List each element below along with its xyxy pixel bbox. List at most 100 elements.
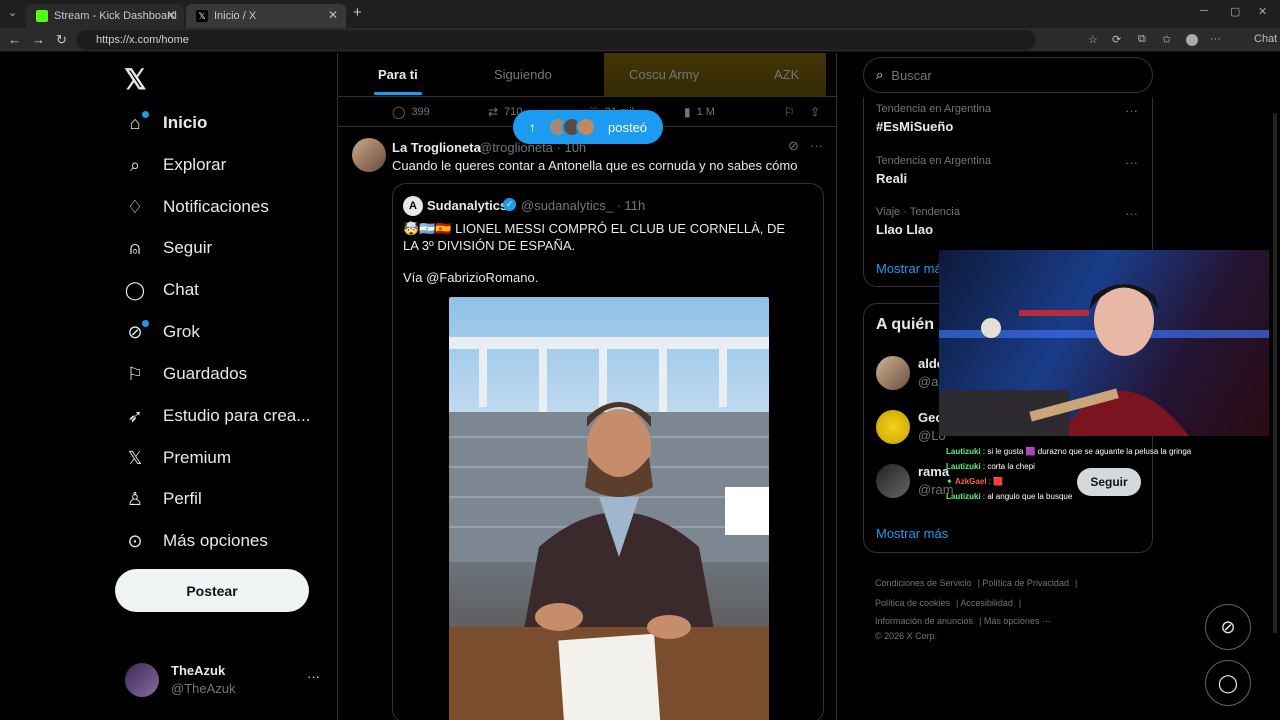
trend-item[interactable]: Tendencia en Argentina Reali ··· [876,155,1142,186]
more-icon[interactable]: ··· [1125,155,1138,170]
footer-more-link[interactable]: Más opciones ··· [984,616,1051,626]
maximize-icon[interactable]: ▢ [1230,5,1240,18]
avatar [876,464,910,498]
bookmark-button[interactable]: ⚐ [784,105,801,119]
suggestion-name: rama [918,464,950,479]
tab-azk[interactable]: AZK [774,67,799,82]
tab-coscu-army[interactable]: Coscu Army [629,67,699,82]
refresh-icon[interactable]: ⟳ [1112,33,1121,46]
tab-title: Inicio / X [214,10,257,22]
avatar[interactable] [352,138,386,172]
show-more-trends-link[interactable]: Mostrar más [876,261,948,276]
more-icon[interactable]: ··· [1125,103,1138,118]
more-icon[interactable]: ··· [307,669,320,684]
more-icon[interactable]: ··· [810,138,823,153]
webcam-overlay [939,250,1269,436]
close-tab-icon[interactable]: ✕ [166,8,176,22]
notification-dot [142,110,149,118]
arrow-up-icon: ↑ [529,119,536,135]
chat-text: si le gusta 🟪 durazno que se aguante la … [987,447,1192,456]
nav-more[interactable]: ⊙ Más opciones [123,526,267,556]
messages-fab-button[interactable]: ◯ [1205,660,1251,706]
quote-photo[interactable] [449,297,769,720]
badge-icon: ✦ [946,477,953,486]
tab-following[interactable]: Siguiendo [494,67,552,82]
back-icon[interactable]: ← [8,32,21,47]
chat-message: Lautizuki : al angulo que la busque [946,492,1073,501]
chat-user: Lautizuki [946,492,981,501]
chat-user: AzkGael [954,477,987,486]
chat-user: Lautizuki [946,462,981,471]
minimize-icon[interactable]: ─ [1200,5,1208,17]
nav-premium[interactable]: 𝕏 Premium [123,443,231,473]
user-name: TheAzuk [171,663,226,678]
close-tab-icon[interactable]: ✕ [328,8,338,22]
grok-icon: ⊘ [123,319,149,343]
tab-list-chevron-icon[interactable]: ⌄ [8,6,17,19]
nav-chat[interactable]: ◯ Chat [123,275,199,305]
new-posts-pill[interactable]: ↑ posteó [513,110,663,144]
grok-icon[interactable]: ⊘ [788,138,799,154]
nav-notifications[interactable]: ♢ Notificaciones [123,192,269,222]
star-icon[interactable]: ☆ [1088,33,1098,46]
tab-x[interactable]: 𝕏 Inicio / X ✕ [186,4,346,28]
nav-creator-studio[interactable]: ➶ Estudio para crea... [123,401,310,431]
search-input[interactable]: ⌕ Buscar [863,57,1153,93]
more-icon[interactable]: ··· [1125,206,1138,221]
url-text: https://x.com/home [96,34,189,46]
copilot-chat-button[interactable]: Chat [1254,33,1277,45]
trend-meta: Tendencia en Argentina [876,155,991,167]
chat-icon: ◯ [124,279,146,300]
new-tab-icon[interactable]: + [353,4,362,21]
nav-profile[interactable]: ♙ Perfil [123,484,202,514]
tab-for-you[interactable]: Para ti [378,67,418,82]
views-count: 1 M [696,106,715,118]
forward-icon[interactable]: → [32,32,45,47]
footer-link[interactable]: Política de Privacidad [982,578,1069,588]
nav-label: Seguir [163,238,213,257]
chat-message: Lautizuki : si le gusta 🟪 durazno que se… [946,447,1192,456]
reload-icon[interactable]: ↻ [56,32,67,48]
share-icon: ⇪ [810,105,821,119]
quote-author-handle: @sudanalytics_ · 11h [521,198,646,213]
footer-link[interactable]: Política de cookies [875,598,950,608]
close-window-icon[interactable]: ✕ [1258,5,1267,18]
retweet-icon: ⇄ [488,105,499,119]
nav-follow[interactable]: ⍝ Seguir [123,233,213,263]
footer-link[interactable]: Accesibilidad [960,598,1013,608]
scrollbar[interactable] [1273,113,1277,633]
x-favicon-icon: 𝕏 [196,10,208,22]
nav-explore[interactable]: ⌕ Explorar [123,150,226,180]
browser-tab-strip: ⌄ Stream - Kick Dashboard ✕ 𝕏 Inicio / X… [0,0,1280,28]
reply-button[interactable]: ◯ 399 [392,105,430,119]
url-input[interactable]: https://x.com/home [76,30,1036,50]
share-button[interactable]: ⇪ [810,105,826,119]
post-button[interactable]: Postear [115,569,309,612]
nav-label: Inicio [163,113,208,132]
bell-icon: ♢ [126,196,144,217]
avatar [125,663,159,697]
nav-label: Grok [163,322,200,341]
nav-bookmarks[interactable]: ⚐ Guardados [123,359,247,389]
account-switcher[interactable]: TheAzuk @TheAzuk ··· [123,659,323,699]
address-bar: ← → ↻ https://x.com/home ☆ ⟳ ⧉ ✩ ··· Cha… [0,28,1280,52]
author-name[interactable]: La Troglioneta [392,140,481,155]
trend-item[interactable]: Viaje · Tendencia Llao Llao ··· [876,206,1142,237]
extensions-icon[interactable]: ⧉ [1138,33,1146,46]
nav-label: Notificaciones [163,197,269,216]
profile-avatar[interactable] [1186,34,1198,46]
menu-icon[interactable]: ··· [1210,33,1221,45]
views-button[interactable]: ▮ 1 M [684,105,715,119]
footer-link[interactable]: Condiciones de Servicio [875,578,972,588]
x-logo-icon[interactable]: 𝕏 [124,63,147,96]
author-handle[interactable]: @troglioneta · 10h [479,140,586,155]
nav-grok[interactable]: ⊘ Grok [123,317,200,347]
favorites-icon[interactable]: ✩ [1162,33,1171,46]
grok-fab-button[interactable]: ⊘ [1205,604,1251,650]
footer-link[interactable]: Información de anuncios [875,616,973,626]
show-more-who-link[interactable]: Mostrar más [876,526,948,541]
trend-item[interactable]: Tendencia en Argentina #EsMiSueño ··· [876,103,1142,134]
quoted-tweet[interactable]: A Sudanalytics ✓ @sudanalytics_ · 11h 🤯🇦… [392,183,824,720]
tab-kick[interactable]: Stream - Kick Dashboard ✕ [26,4,184,28]
nav-home[interactable]: ⌂ Inicio [123,108,207,138]
